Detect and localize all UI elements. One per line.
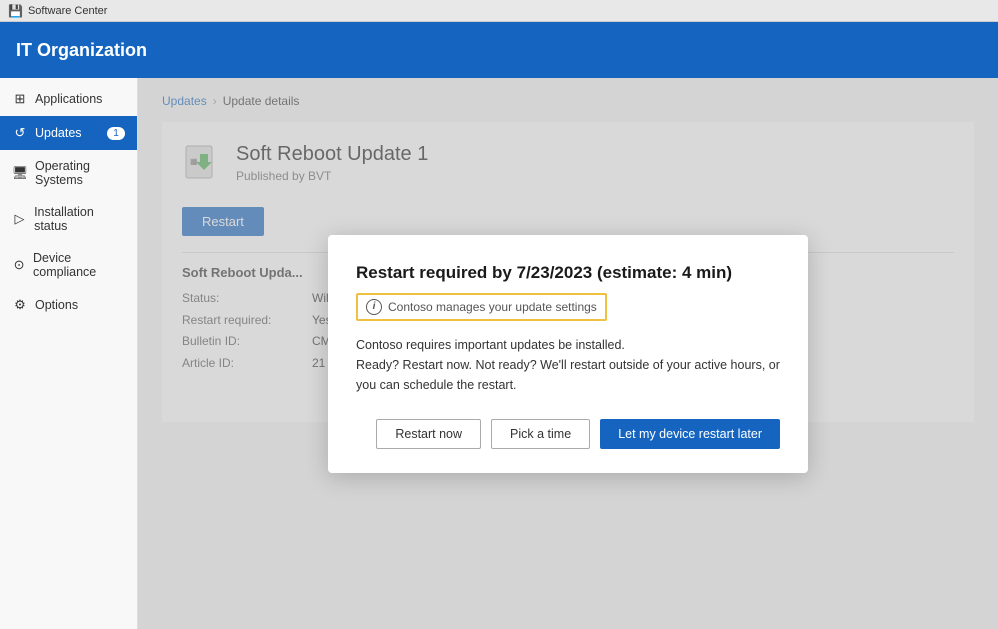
let-device-restart-later-button[interactable]: Let my device restart later	[600, 419, 780, 449]
sidebar-item-applications[interactable]: ⊞ Applications	[0, 82, 137, 116]
restart-dialog: Restart required by 7/23/2023 (estimate:…	[328, 235, 808, 473]
dialog-body-line2: Ready? Restart now. Not ready? We'll res…	[356, 355, 780, 395]
operating-systems-icon: 🖥	[12, 165, 28, 181]
sidebar-item-label: Operating Systems	[35, 159, 125, 187]
content-area: Updates › Update details ▦ Soft Reboot U…	[138, 78, 998, 629]
updates-badge: 1	[107, 127, 125, 140]
sidebar-item-operating-systems[interactable]: 🖥 Operating Systems	[0, 150, 137, 196]
updates-icon: ↺	[12, 125, 28, 141]
sidebar-item-options[interactable]: ⚙ Options	[0, 288, 137, 322]
applications-icon: ⊞	[12, 91, 28, 107]
title-bar-label: Software Center	[28, 5, 107, 17]
sidebar: ⊞ Applications ↺ Updates 1 🖥 Operating S…	[0, 78, 138, 629]
title-bar: 💾 Software Center	[0, 0, 998, 22]
sidebar-item-label: Options	[35, 298, 78, 312]
info-icon: i	[366, 299, 382, 315]
modal-overlay: Restart required by 7/23/2023 (estimate:…	[138, 78, 998, 629]
app-icon: 💾	[8, 4, 23, 18]
pick-a-time-button[interactable]: Pick a time	[491, 419, 590, 449]
sidebar-item-label: Device compliance	[33, 251, 125, 279]
dialog-body-line1: Contoso requires important updates be in…	[356, 335, 780, 355]
sidebar-item-updates[interactable]: ↺ Updates 1	[0, 116, 137, 150]
sidebar-item-label: Applications	[35, 92, 102, 106]
main-layout: ⊞ Applications ↺ Updates 1 🖥 Operating S…	[0, 78, 998, 629]
dialog-title: Restart required by 7/23/2023 (estimate:…	[356, 263, 780, 283]
sidebar-item-label: Updates	[35, 126, 82, 140]
dialog-managed-text: Contoso manages your update settings	[388, 300, 597, 314]
dialog-managed-notice: i Contoso manages your update settings	[356, 293, 607, 321]
sidebar-item-installation-status[interactable]: ▷ Installation status	[0, 196, 137, 242]
org-header: IT Organization	[0, 22, 998, 78]
dialog-actions: Restart now Pick a time Let my device re…	[356, 419, 780, 449]
sidebar-item-device-compliance[interactable]: ⊙ Device compliance	[0, 242, 137, 288]
dialog-body: Contoso requires important updates be in…	[356, 335, 780, 395]
sidebar-item-label: Installation status	[34, 205, 125, 233]
options-icon: ⚙	[12, 297, 28, 313]
device-compliance-icon: ⊙	[12, 257, 26, 273]
restart-now-button[interactable]: Restart now	[376, 419, 481, 449]
installation-status-icon: ▷	[12, 211, 27, 227]
org-header-label: IT Organization	[16, 40, 147, 61]
